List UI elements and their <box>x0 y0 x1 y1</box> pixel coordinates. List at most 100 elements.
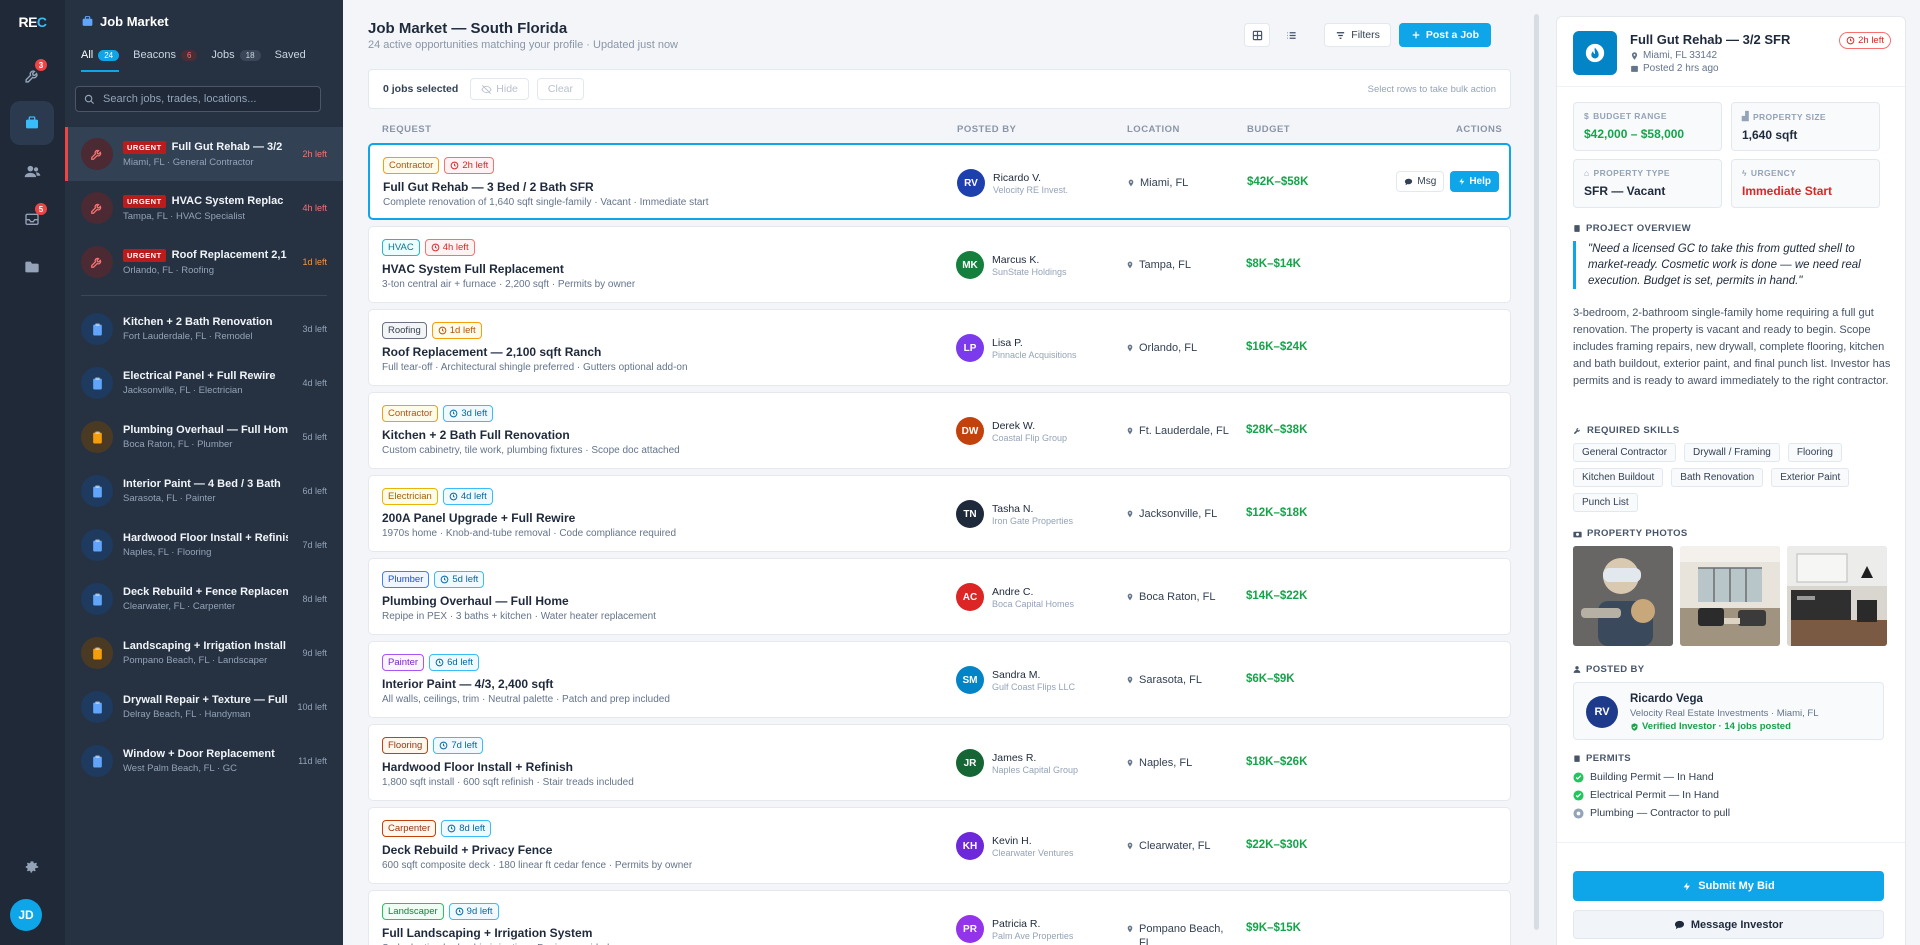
detail-posted: Posted 2 hrs ago <box>1630 63 1719 74</box>
job-list-item[interactable]: URGENT Full Gut Rehab — 3/2 Miami, FL · G… <box>65 127 343 181</box>
col-header-request[interactable]: REQUEST <box>382 124 431 135</box>
row-location-text: Clearwater, FL <box>1139 840 1211 852</box>
property-photos <box>1573 546 1887 646</box>
col-header-location[interactable]: LOCATION <box>1127 124 1180 135</box>
files-nav-button[interactable] <box>10 245 54 289</box>
tools-icon <box>91 203 102 214</box>
search-input[interactable] <box>103 93 303 105</box>
trade-tag: Painter <box>382 654 425 671</box>
poster-avatar: MK <box>956 251 984 279</box>
panel-title: Job Market <box>81 14 169 29</box>
job-list-item[interactable]: Window + Door Replacement West Palm Beac… <box>65 734 343 788</box>
table-row[interactable]: Contractor 3d left Kitchen + 2 Bath Full… <box>368 392 1511 469</box>
row-budget: $12K–$18K <box>1246 507 1308 519</box>
stat-value: $42,000 – $58,000 <box>1584 127 1685 141</box>
table-row[interactable]: Plumber 5d left Plumbing Overhaul — Full… <box>368 558 1511 635</box>
col-header-posted-by[interactable]: POSTED BY <box>957 124 1016 135</box>
stat-label: ⌂ PROPERTY TYPE <box>1584 168 1711 178</box>
table-row[interactable]: Contractor 2h left Full Gut Rehab — 3 Be… <box>368 143 1511 220</box>
submit-bid-button[interactable]: Submit My Bid <box>1573 871 1884 901</box>
job-list-item[interactable]: Deck Rebuild + Fence Replacement Clearwa… <box>65 572 343 626</box>
clipboard-icon <box>92 539 102 551</box>
tab-label: Beacons <box>133 49 176 61</box>
detail-location: Miami, FL 33142 <box>1630 50 1717 61</box>
main-scrollbar[interactable] <box>1534 14 1539 930</box>
submit-bid-label: Submit My Bid <box>1698 880 1775 892</box>
permit-item: Plumbing — Contractor to pull <box>1573 807 1730 819</box>
detail-time-badge: 2h left <box>1839 32 1891 49</box>
job-list-item[interactable]: Hardwood Floor Install + Refinish Naples… <box>65 518 343 572</box>
time-left-tag: 7d left <box>433 737 484 754</box>
property-photo[interactable] <box>1573 546 1673 646</box>
table-row[interactable]: Roofing 1d left Roof Replacement — 2,100… <box>368 309 1511 386</box>
message-investor-button[interactable]: Message Investor <box>1573 910 1884 939</box>
hide-button[interactable]: Hide <box>470 78 529 100</box>
tab-jobs[interactable]: Jobs 18 <box>211 49 261 61</box>
poster-name: Tasha N. <box>992 503 1034 515</box>
job-list-item[interactable]: Interior Paint — 4 Bed / 3 Bath Sarasota… <box>65 464 343 518</box>
time-left-text: 4h left <box>442 242 469 253</box>
row-tags: Contractor 3d left <box>382 405 494 422</box>
table-row[interactable]: Flooring 7d left Hardwood Floor Install … <box>368 724 1511 801</box>
help-button[interactable]: Help <box>1450 171 1499 192</box>
tab-beacons[interactable]: Beacons 6 <box>133 49 198 61</box>
app-logo[interactable]: REC <box>0 14 65 30</box>
tab-saved[interactable]: Saved <box>275 49 306 61</box>
job-market-nav-button[interactable] <box>10 101 54 145</box>
trade-tag: Flooring <box>382 737 429 754</box>
row-tags: Flooring 7d left <box>382 737 484 754</box>
filters-button[interactable]: Filters <box>1324 23 1391 47</box>
clear-button[interactable]: Clear <box>536 78 584 100</box>
row-location: Miami, FL <box>1127 176 1237 190</box>
table-row[interactable]: Painter 6d left Interior Paint — 4/3, 2,… <box>368 641 1511 718</box>
page-subtitle: 24 active opportunities matching your pr… <box>368 39 679 51</box>
network-nav-button[interactable] <box>10 149 54 193</box>
job-item-title: Landscaping + Irrigation Install <box>123 640 286 652</box>
tools-nav-button[interactable]: 3 <box>10 53 54 97</box>
poster-avatar: DW <box>956 417 984 445</box>
tab-all[interactable]: All 24 <box>81 49 120 61</box>
row-description: Full tear-off · Architectural shingle pr… <box>382 362 688 373</box>
job-icon <box>81 192 113 224</box>
row-tags: Electrician 4d left <box>382 488 493 505</box>
page-title: Job Market — South Florida <box>368 20 568 37</box>
time-left-tag: 9d left <box>448 903 499 920</box>
col-header-budget[interactable]: BUDGET <box>1247 124 1290 135</box>
poster-card[interactable]: RV Ricardo Vega Velocity Real Estate Inv… <box>1573 682 1884 740</box>
filters-label: Filters <box>1351 29 1380 41</box>
job-item-title-text: Roof Replacement 2,1 <box>171 249 287 261</box>
job-list-item[interactable]: Landscaping + Irrigation Install Pompano… <box>65 626 343 680</box>
job-list: URGENT Full Gut Rehab — 3/2 Miami, FL · G… <box>65 127 343 788</box>
briefcase-icon <box>82 16 93 26</box>
row-location-text: Ft. Lauderdale, FL <box>1139 425 1229 437</box>
post-job-button[interactable]: Post a Job <box>1398 23 1491 47</box>
poster-name: Kevin H. <box>992 835 1032 847</box>
job-list-item[interactable]: URGENT HVAC System Replac Tampa, FL · HVA… <box>65 181 343 235</box>
job-list-item[interactable]: URGENT Roof Replacement 2,1 Orlando, FL ·… <box>65 235 343 289</box>
section-heading-posted-by: POSTED BY <box>1573 664 1645 675</box>
row-location: Tampa, FL <box>1126 258 1236 272</box>
settings-nav-button[interactable] <box>10 845 54 889</box>
skill-chip: Bath Renovation <box>1671 468 1764 487</box>
user-avatar[interactable]: JD <box>10 899 42 931</box>
table-row[interactable]: HVAC 4h left HVAC System Full Replacemen… <box>368 226 1511 303</box>
active-tab-indicator <box>81 70 119 72</box>
message-button[interactable]: Msg <box>1396 171 1445 192</box>
list-view-button[interactable] <box>1278 23 1304 47</box>
time-left-text: 6d left <box>447 657 473 668</box>
job-list-item[interactable]: Electrical Panel + Full Rewire Jacksonvi… <box>65 356 343 410</box>
stat-urgency: ϟ URGENCY Immediate Start <box>1731 159 1880 208</box>
job-list-item[interactable]: Kitchen + 2 Bath Renovation Fort Lauderd… <box>65 302 343 356</box>
job-item-time: 11d left <box>298 756 327 766</box>
table-row[interactable]: Landscaper 9d left Full Landscaping + Ir… <box>368 890 1511 945</box>
property-photo[interactable] <box>1680 546 1780 646</box>
inbox-nav-button[interactable]: 5 <box>10 197 54 241</box>
job-search-box[interactable] <box>75 86 321 112</box>
table-row[interactable]: Carpenter 8d left Deck Rebuild + Privacy… <box>368 807 1511 884</box>
property-photo[interactable] <box>1787 546 1887 646</box>
grid-view-button[interactable] <box>1244 23 1271 47</box>
job-list-item[interactable]: Plumbing Overhaul — Full Home Boca Raton… <box>65 410 343 464</box>
job-icon <box>81 745 113 777</box>
table-row[interactable]: Electrician 4d left 200A Panel Upgrade +… <box>368 475 1511 552</box>
job-list-item[interactable]: Drywall Repair + Texture — Full Delray B… <box>65 680 343 734</box>
